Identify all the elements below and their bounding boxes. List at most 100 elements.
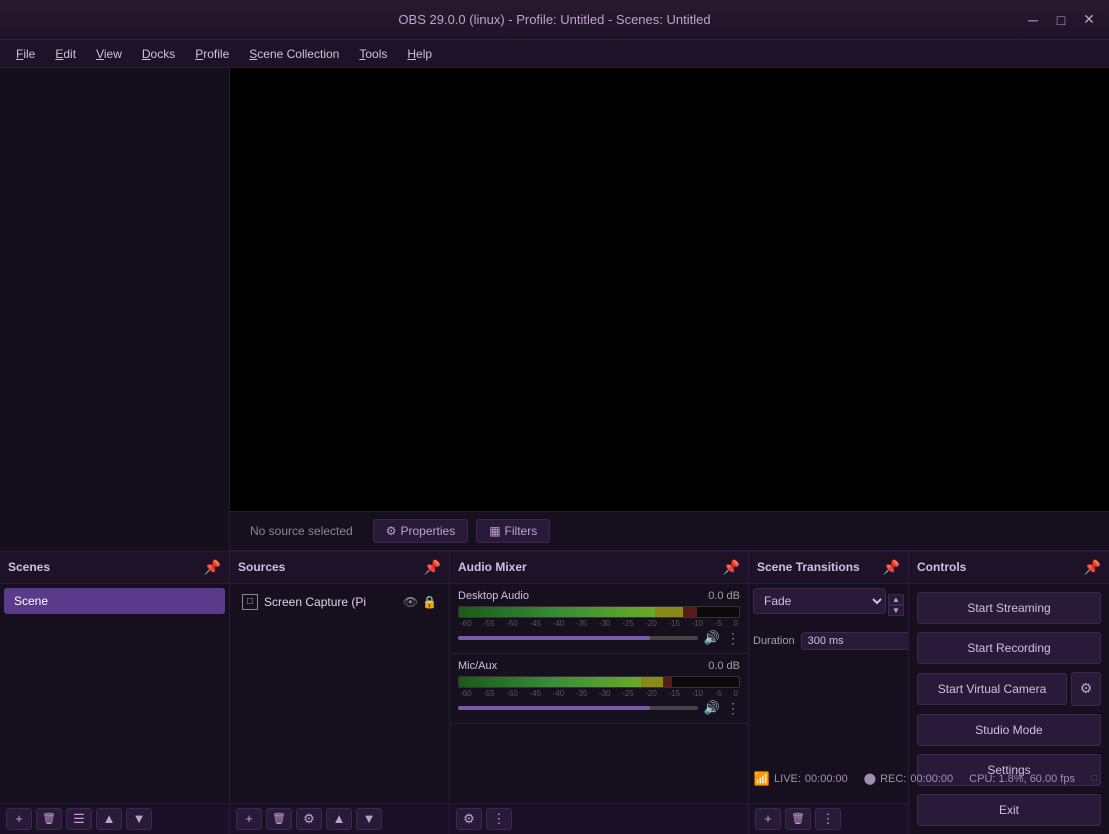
start-recording-button[interactable]: Start Recording (917, 632, 1101, 664)
transition-more-button[interactable]: ⋮ (815, 808, 841, 830)
scene-add-button[interactable]: + (6, 808, 32, 830)
rec-status: ⬤ REC: 00:00:00 (864, 772, 953, 785)
corner-indicator: □ (1091, 773, 1097, 784)
menu-profile[interactable]: Profile (187, 45, 237, 63)
duration-row: Duration ▲ ▼ (753, 630, 904, 652)
scene-item[interactable]: Scene (4, 588, 225, 614)
audio-settings-button[interactable]: ⚙ (456, 808, 482, 830)
mic-mute-button[interactable]: 🔊 (704, 700, 720, 716)
controls-pin-icon[interactable]: 📌 (1084, 559, 1101, 576)
mic-more-button[interactable]: ⋮ (726, 700, 740, 717)
scene-filter-button[interactable]: ☰ (66, 808, 92, 830)
filters-button[interactable]: ▦ Filters (476, 519, 550, 543)
live-status: 📶 LIVE: 00:00:00 (754, 771, 848, 787)
transitions-title: Scene Transitions (757, 560, 860, 574)
rec-icon: ⬤ (864, 772, 876, 785)
transitions-panel-header: Scene Transitions 📌 (749, 552, 908, 584)
start-streaming-button[interactable]: Start Streaming (917, 592, 1101, 624)
audio-more-button[interactable]: ⋮ (486, 808, 512, 830)
desktop-audio-meter-container: -60-55-50-45-40-35-30-25-20-15-10-50 (458, 606, 740, 628)
sources-panel: Sources 📌 □ Screen Capture (Pi 👁 🔒 + 🗑 ⚙… (230, 552, 450, 834)
menu-scene-collection[interactable]: Scene Collection (241, 45, 347, 63)
desktop-audio-track: Desktop Audio 0.0 dB -60-55-50-45-40-35-… (450, 584, 748, 654)
source-name: Screen Capture (Pi (264, 595, 366, 609)
filters-icon: ▦ (489, 524, 500, 538)
studio-mode-button[interactable]: Studio Mode (917, 714, 1101, 746)
desktop-volume-slider[interactable] (458, 636, 698, 640)
menu-edit[interactable]: Edit (47, 45, 84, 63)
source-item[interactable]: □ Screen Capture (Pi 👁 🔒 (234, 588, 445, 616)
minimize-button[interactable]: ─ (1021, 10, 1045, 30)
source-settings-button[interactable]: ⚙ (296, 808, 322, 830)
sources-pin-icon[interactable]: 📌 (424, 559, 441, 576)
menu-view[interactable]: View (88, 45, 130, 63)
window-controls: ─ □ ✕ (1021, 10, 1101, 30)
menu-docks[interactable]: Docks (134, 45, 183, 63)
rec-label: REC: (880, 773, 906, 785)
transition-spin-up[interactable]: ▲ (888, 594, 904, 605)
sources-panel-header: Sources 📌 (230, 552, 449, 584)
desktop-meter-scale: -60-55-50-45-40-35-30-25-20-15-10-50 (458, 619, 740, 628)
audio-pin-icon[interactable]: 📌 (723, 559, 740, 576)
cpu-label: CPU: 1.8%, 60.00 fps (969, 773, 1075, 785)
desktop-meter-green (459, 607, 655, 617)
mic-aux-db: 0.0 dB (708, 660, 740, 672)
menu-help[interactable]: Help (399, 45, 440, 63)
scenes-title: Scenes (8, 560, 50, 574)
menu-tools[interactable]: Tools (351, 45, 395, 63)
source-remove-button[interactable]: 🗑 (266, 808, 292, 830)
no-source-label: No source selected (238, 516, 365, 546)
transition-add-button[interactable]: + (755, 808, 781, 830)
transitions-panel: Scene Transitions 📌 Fade Cut Swipe Slide… (749, 552, 909, 834)
live-time: 00:00:00 (805, 773, 848, 785)
transition-spin-down[interactable]: ▼ (888, 605, 904, 616)
transition-select-row: Fade Cut Swipe Slide ▲ ▼ (753, 588, 904, 622)
source-down-button[interactable]: ▼ (356, 808, 382, 830)
scene-down-button[interactable]: ▼ (126, 808, 152, 830)
audio-content: Desktop Audio 0.0 dB -60-55-50-45-40-35-… (450, 584, 748, 803)
controls-panel: Controls 📌 Start Streaming Start Recordi… (909, 552, 1109, 834)
mic-volume-fill (458, 706, 650, 710)
source-add-button[interactable]: + (236, 808, 262, 830)
transition-spin-buttons: ▲ ▼ (888, 594, 904, 616)
source-up-button[interactable]: ▲ (326, 808, 352, 830)
duration-input[interactable] (801, 632, 908, 650)
mic-volume-slider[interactable] (458, 706, 698, 710)
source-controls: 👁 🔒 (403, 595, 437, 609)
window-title: OBS 29.0.0 (linux) - Profile: Untitled -… (398, 12, 710, 27)
transition-type-select[interactable]: Fade Cut Swipe Slide (753, 588, 886, 614)
desktop-mute-button[interactable]: 🔊 (704, 630, 720, 646)
bottom-panels: Scenes 📌 Scene + 🗑 ☰ ▲ ▼ Sources 📌 (0, 551, 1109, 834)
transitions-pin-icon[interactable]: 📌 (883, 559, 900, 576)
source-lock-icon[interactable]: 🔒 (422, 595, 437, 609)
sources-title: Sources (238, 560, 285, 574)
properties-button[interactable]: ⚙ Properties (373, 519, 468, 543)
desktop-more-button[interactable]: ⋮ (726, 630, 740, 647)
props-bar: No source selected ⚙ Properties ▦ Filter… (230, 511, 1109, 551)
close-button[interactable]: ✕ (1077, 10, 1101, 30)
scenes-panel-header: Scenes 📌 (0, 552, 229, 584)
mic-meter-red (663, 677, 671, 687)
live-label: LIVE: (774, 773, 801, 785)
controls-content: Start Streaming Start Recording Start Vi… (909, 584, 1109, 834)
top-row: No source selected ⚙ Properties ▦ Filter… (0, 68, 1109, 551)
controls-title: Controls (917, 560, 966, 574)
maximize-button[interactable]: □ (1049, 10, 1073, 30)
scenes-pin-icon[interactable]: 📌 (204, 559, 221, 576)
desktop-audio-controls: 🔊 ⋮ (458, 630, 740, 647)
desktop-meter-red (683, 607, 697, 617)
menu-file[interactable]: File (8, 45, 43, 63)
source-visibility-icon[interactable]: 👁 (403, 595, 418, 609)
desktop-meter-yellow (655, 607, 683, 617)
scene-remove-button[interactable]: 🗑 (36, 808, 62, 830)
mic-aux-track: Mic/Aux 0.0 dB -60-55-50-45-40-35-30-25-… (450, 654, 748, 724)
virtual-camera-settings-icon[interactable]: ⚙ (1071, 672, 1101, 706)
audio-title: Audio Mixer (458, 560, 527, 574)
transition-remove-button[interactable]: 🗑 (785, 808, 811, 830)
exit-button[interactable]: Exit (917, 794, 1101, 826)
mic-meter-scale: -60-55-50-45-40-35-30-25-20-15-10-50 (458, 689, 740, 698)
desktop-audio-header: Desktop Audio 0.0 dB (458, 590, 740, 602)
start-virtual-camera-button[interactable]: Start Virtual Camera (917, 673, 1067, 705)
desktop-audio-name: Desktop Audio (458, 590, 529, 602)
scene-up-button[interactable]: ▲ (96, 808, 122, 830)
